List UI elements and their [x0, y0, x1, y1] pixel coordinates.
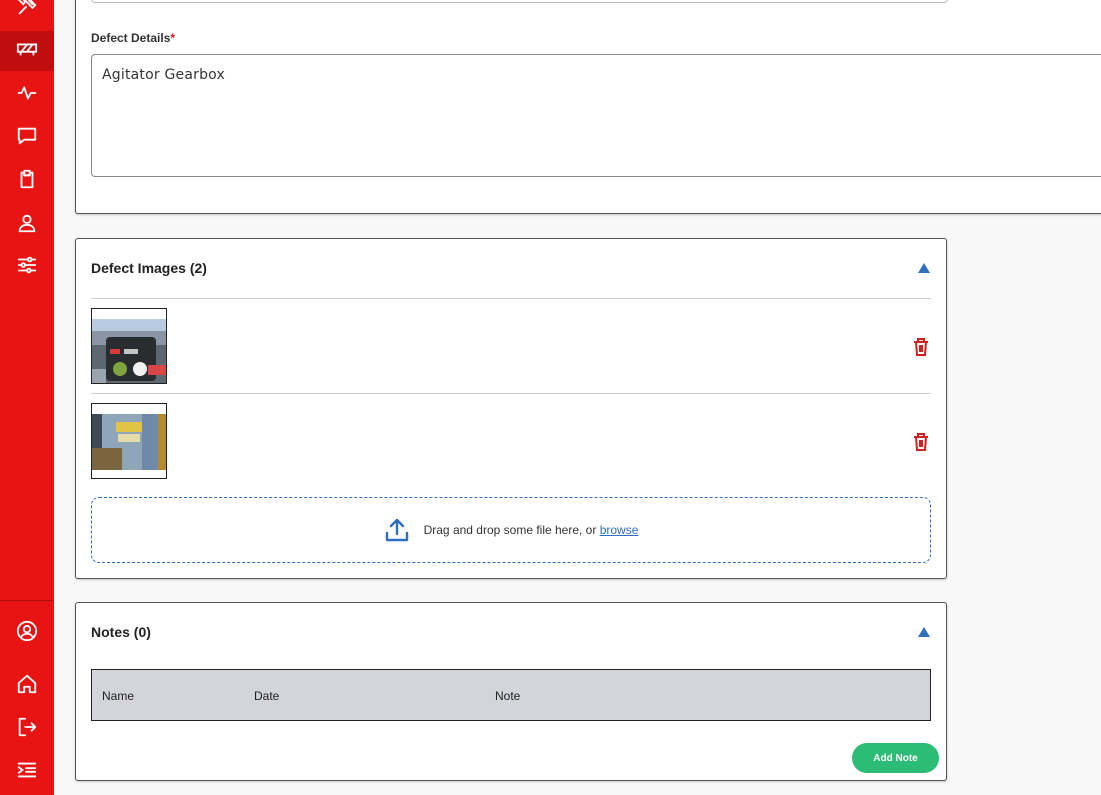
sidebar-item-defects[interactable]: [0, 31, 54, 71]
defect-images-card: Defect Images (2) Drag and drop some fil…: [75, 238, 947, 579]
browse-link[interactable]: browse: [600, 523, 639, 537]
sidebar-item-tools[interactable]: [0, 0, 54, 28]
sidebar: [0, 0, 54, 795]
sidebar-item-settings[interactable]: [0, 247, 54, 287]
divider: [91, 393, 931, 394]
defect-image-thumbnail[interactable]: [91, 403, 167, 479]
previous-field-edge: [91, 0, 948, 3]
divider: [91, 298, 931, 299]
activity-icon: [16, 82, 38, 109]
upload-icon: [384, 517, 410, 543]
defect-details-textarea[interactable]: Agitator Gearbox: [91, 54, 1101, 177]
trash-icon: [912, 432, 930, 452]
chat-icon: [16, 125, 38, 152]
sidebar-item-activity[interactable]: [0, 75, 54, 115]
notes-title: Notes (0): [91, 624, 151, 640]
notes-table-header: Name Date Note: [91, 669, 931, 721]
trash-icon: [912, 337, 930, 357]
notes-collapse-button[interactable]: [917, 626, 931, 638]
triangle-up-icon: [917, 262, 931, 274]
logout-icon: [16, 716, 38, 743]
sliders-icon: [16, 254, 38, 281]
file-dropzone[interactable]: Drag and drop some file here, or browse: [91, 497, 931, 563]
sidebar-item-logout[interactable]: [0, 709, 54, 749]
add-note-button[interactable]: Add Note: [852, 743, 939, 773]
required-marker: *: [170, 31, 176, 45]
dropzone-instructions: Drag and drop some file here, or: [423, 523, 597, 537]
triangle-up-icon: [917, 626, 931, 638]
defect-image-thumbnail[interactable]: [91, 308, 167, 384]
sidebar-item-account[interactable]: [0, 613, 54, 653]
image-thumbnail: [92, 404, 166, 478]
sidebar-item-collapse[interactable]: [0, 752, 54, 792]
delete-image-button[interactable]: [912, 432, 930, 452]
sidebar-divider: [0, 600, 54, 601]
defect-images-title: Defect Images (2): [91, 260, 207, 276]
defect-details-label-text: Defect Details: [91, 31, 171, 45]
column-header-date[interactable]: Date: [254, 689, 279, 703]
clipboard-icon: [16, 168, 38, 195]
sidebar-item-home[interactable]: [0, 666, 54, 706]
account-circle-icon: [16, 620, 38, 647]
user-icon: [16, 212, 38, 239]
defect-details-label: Defect Details*: [91, 31, 175, 45]
defect-images-collapse-button[interactable]: [917, 262, 931, 274]
notes-card: Notes (0) Name Date Note Add Note: [75, 602, 947, 781]
sidebar-item-users[interactable]: [0, 205, 54, 245]
barrier-icon: [16, 38, 38, 65]
defect-details-card: Defect Details* Agitator Gearbox: [75, 0, 1101, 214]
column-header-name[interactable]: Name: [102, 689, 134, 703]
delete-image-button[interactable]: [912, 337, 930, 357]
sidebar-item-reports[interactable]: [0, 161, 54, 201]
image-thumbnail: [92, 309, 166, 383]
dropzone-text: Drag and drop some file here, or browse: [424, 523, 639, 537]
menu-collapse-icon: [16, 759, 38, 786]
sidebar-item-messages[interactable]: [0, 118, 54, 158]
column-header-note[interactable]: Note: [495, 689, 520, 703]
home-icon: [16, 673, 38, 700]
tools-icon: [16, 0, 38, 22]
